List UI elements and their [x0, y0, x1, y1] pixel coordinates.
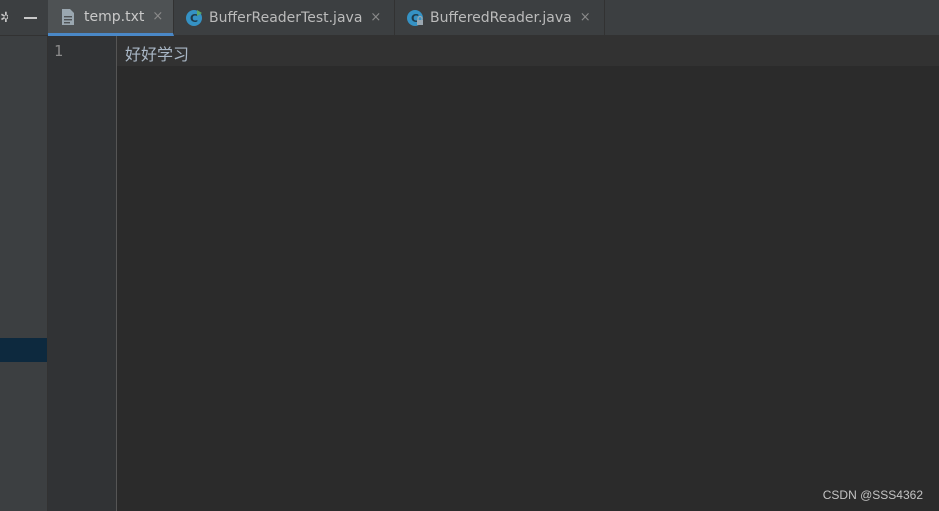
line-number: 1 — [54, 42, 64, 60]
tab-temp-txt[interactable]: temp.txt × — [48, 0, 174, 36]
project-tree-selected-row[interactable] — [0, 338, 47, 362]
java-class-run-icon: C — [186, 9, 202, 26]
java-class-locked-icon: C — [407, 9, 423, 26]
tab-label: BufferReaderTest.java — [209, 9, 363, 26]
line-number-gutter: 1 — [48, 36, 117, 511]
tab-bufferedreader-java[interactable]: C BufferedReader.java × — [395, 0, 605, 35]
ide-window: ✲ temp.txt × C BufferReaderTest.java × C… — [0, 0, 939, 511]
close-icon[interactable]: × — [152, 9, 163, 24]
editor-text-line[interactable]: 好好学习 — [125, 41, 189, 65]
close-icon[interactable]: × — [580, 10, 591, 25]
text-file-icon — [62, 8, 74, 25]
tab-label: BufferedReader.java — [430, 9, 572, 26]
project-panel: ✲ — [0, 0, 48, 511]
editor-tab-bar: temp.txt × C BufferReaderTest.java × C B… — [48, 0, 939, 36]
svg-text:C: C — [190, 12, 198, 25]
close-icon[interactable]: × — [370, 10, 381, 25]
current-line-highlight — [117, 36, 939, 66]
tab-label: temp.txt — [84, 8, 145, 25]
watermark: CSDN @SSS4362 — [822, 488, 923, 502]
project-panel-toolbar: ✲ — [0, 0, 48, 36]
tab-bufferreadertest-java[interactable]: C BufferReaderTest.java × — [174, 0, 395, 35]
minimize-icon[interactable] — [24, 17, 37, 19]
gear-icon[interactable]: ✲ — [0, 10, 8, 26]
